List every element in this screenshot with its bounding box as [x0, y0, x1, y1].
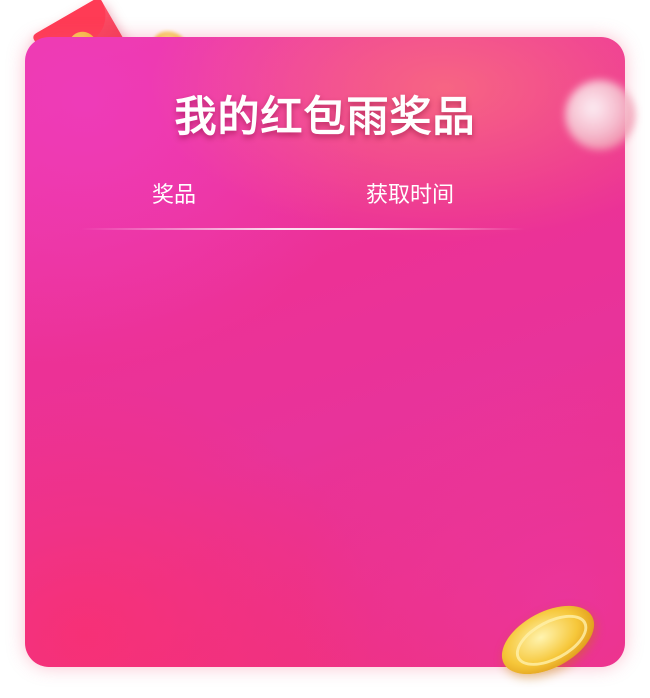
column-header-prize: 奖品 [152, 183, 197, 208]
column-header-time: 获取时间 [366, 183, 455, 208]
dialog-title: 我的红包雨奖品 [174, 92, 476, 141]
prize-dialog: 我的红包雨奖品 奖品 获取时间 [25, 37, 625, 667]
prize-list[interactable] [80, 237, 570, 647]
table-header: 奖品 获取时间 [25, 177, 625, 208]
blurred-ball-icon [565, 80, 635, 150]
header-divider [80, 228, 525, 230]
